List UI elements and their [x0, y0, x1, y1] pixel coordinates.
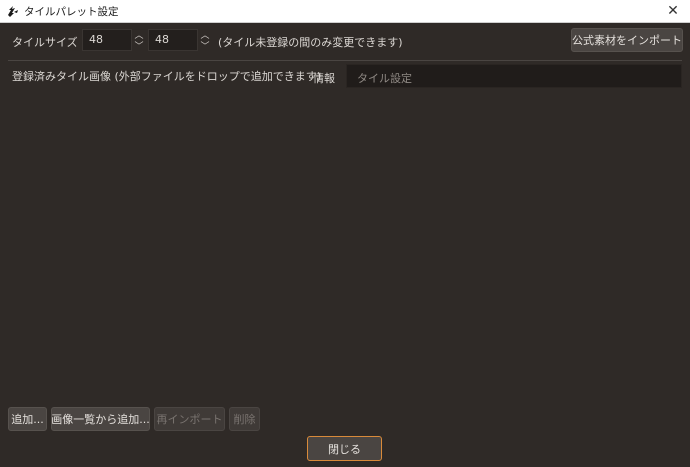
divider [8, 60, 682, 61]
info-label: 情報 [313, 72, 335, 85]
registered-tiles-label: 登録済みタイル画像 (外部ファイルをドロップで追加できます) [12, 70, 322, 83]
add-from-image-list-button[interactable]: 画像一覧から追加... [51, 407, 150, 431]
window-title: タイルパレット設定 [24, 6, 119, 18]
chevron-down-icon[interactable]: ﹀ [134, 40, 144, 52]
chevron-up-icon[interactable]: ︿ [134, 29, 144, 41]
tile-image-list[interactable] [8, 93, 338, 398]
app-icon [8, 6, 18, 17]
title-bar: タイルパレット設定 ✕ [0, 0, 690, 23]
tile-width-input[interactable]: 48 [82, 29, 132, 51]
tile-width-spinner: ︿ ﹀ [133, 29, 145, 52]
tile-size-label: タイルサイズ [12, 36, 78, 49]
dialog-body: タイルサイズ 48 ︿ ﹀ 48 ︿ ﹀ (タイル未登録の間のみ変更できます) … [0, 23, 690, 467]
reimport-button[interactable]: 再インポート [154, 407, 225, 431]
import-official-assets-button[interactable]: 公式素材をインポート [571, 28, 683, 52]
tile-height-input[interactable]: 48 [148, 29, 198, 51]
tile-height-spinner: ︿ ﹀ [199, 29, 211, 52]
add-button[interactable]: 追加... [8, 407, 47, 431]
chevron-up-icon[interactable]: ︿ [200, 29, 210, 41]
chevron-down-icon[interactable]: ﹀ [200, 40, 210, 52]
close-window-icon[interactable]: ✕ [656, 0, 690, 22]
tile-size-note: (タイル未登録の間のみ変更できます) [218, 36, 403, 49]
close-button[interactable]: 閉じる [307, 436, 382, 461]
delete-button[interactable]: 削除 [229, 407, 260, 431]
tile-settings-field[interactable]: タイル設定 [346, 64, 682, 88]
